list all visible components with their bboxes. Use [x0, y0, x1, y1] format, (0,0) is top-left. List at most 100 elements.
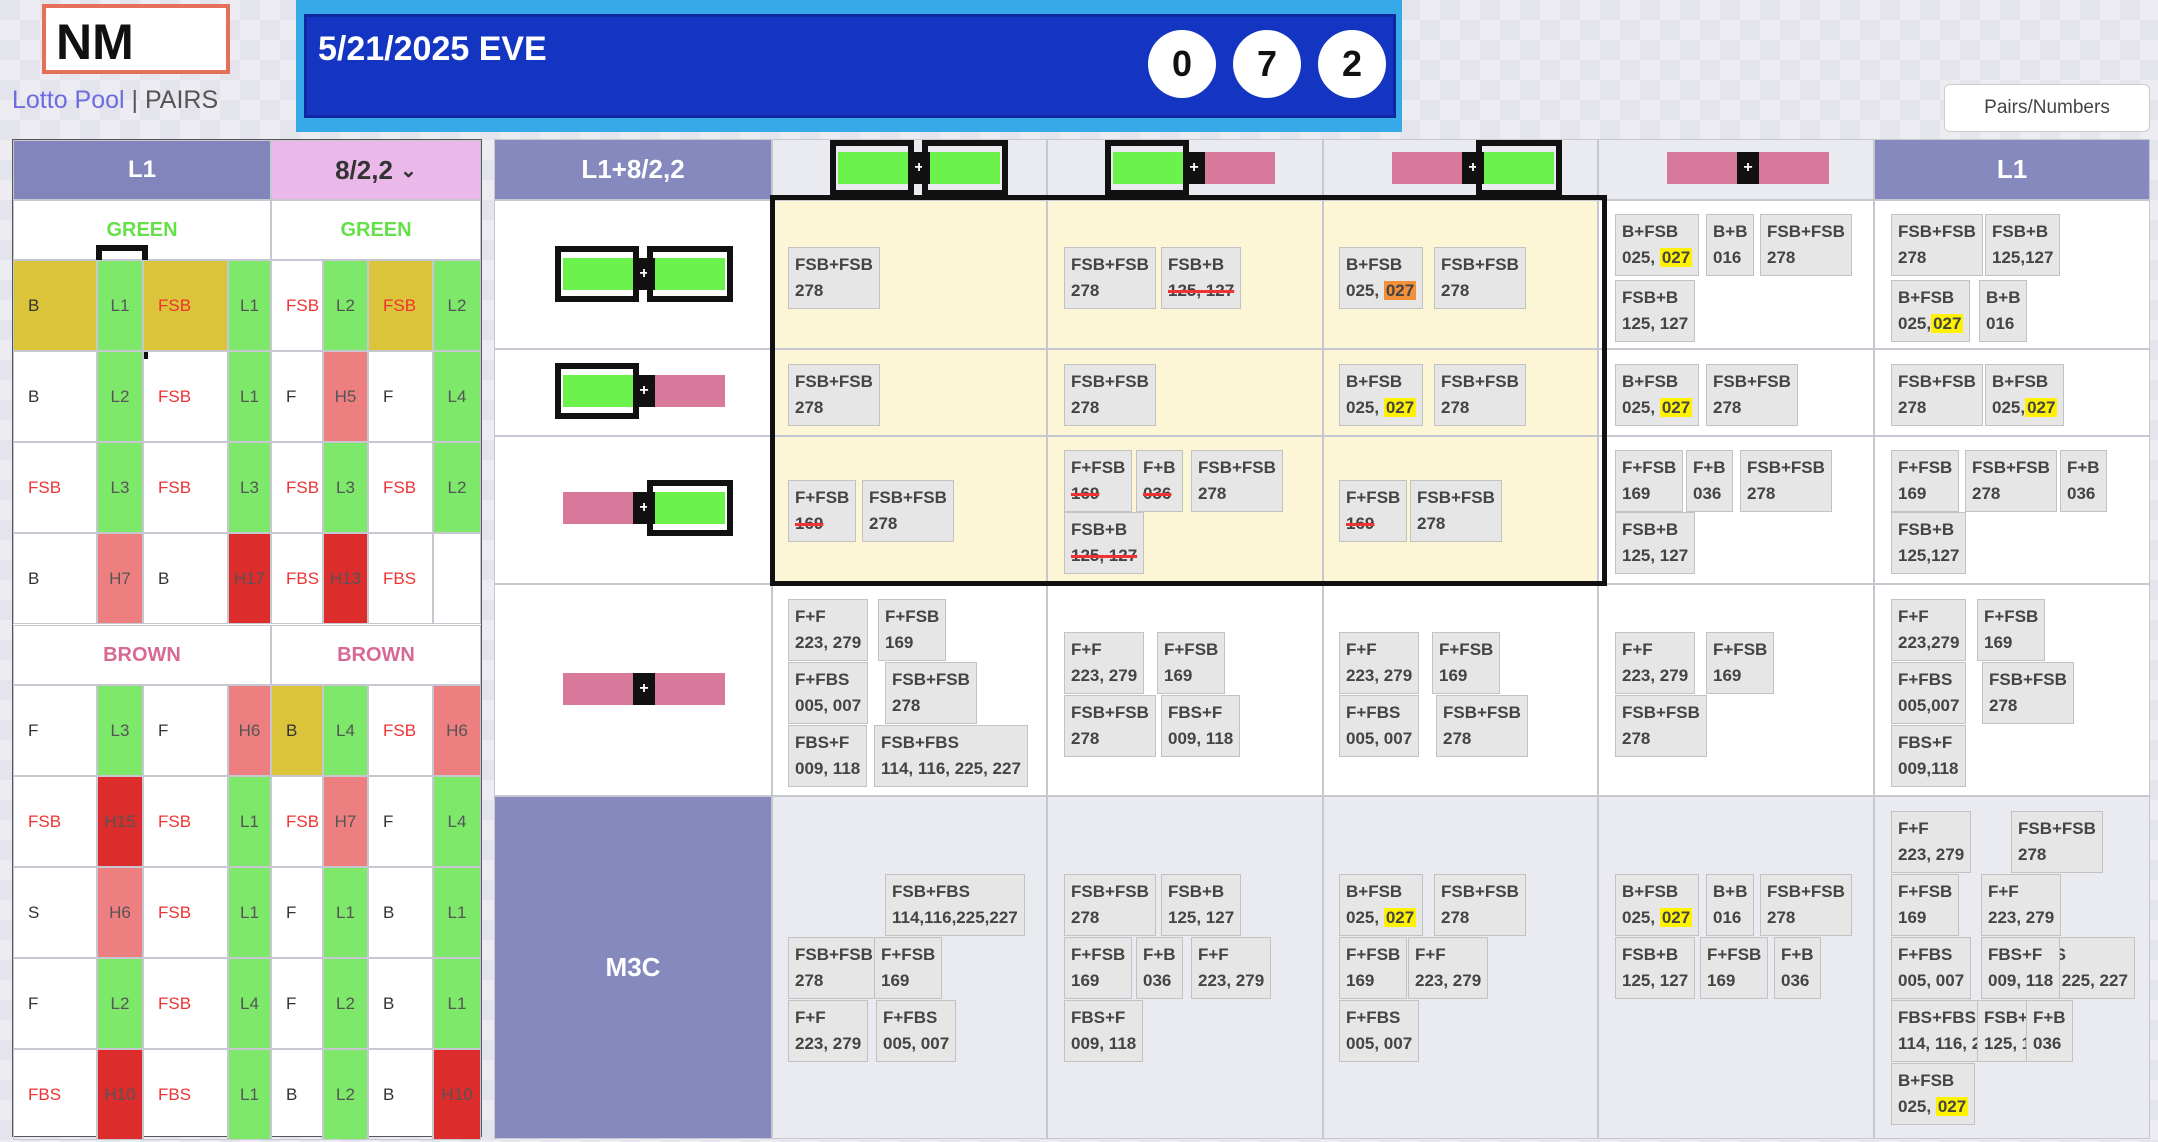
- combo-pill[interactable]: F+F 223,279: [1891, 599, 1967, 661]
- combo-pill[interactable]: FSB+B 125,127: [1891, 512, 1967, 574]
- combo-pill[interactable]: F+F 223, 279: [1339, 632, 1420, 694]
- combo-pill[interactable]: FBS+F 009, 118: [1161, 695, 1241, 757]
- combo-pill[interactable]: FSB+FSB 278: [788, 364, 880, 426]
- combo-pill[interactable]: F+FSB 169: [1339, 480, 1408, 542]
- brand-name[interactable]: Lotto Pool: [12, 86, 125, 114]
- combo-pill[interactable]: B+FSB 025, 027: [1339, 247, 1424, 309]
- combo-pill[interactable]: F+FSB 169: [1157, 632, 1226, 694]
- combo-pill[interactable]: F+FSB 169: [1700, 937, 1769, 999]
- combo-pill[interactable]: B+FSB 025, 027: [1339, 364, 1424, 426]
- combo-pill[interactable]: F+FSB 169: [1064, 937, 1133, 999]
- combo-label: FSB+FSB: [1071, 882, 1149, 901]
- combo-pill[interactable]: F+F 223, 279: [1064, 632, 1145, 694]
- combo-pill[interactable]: FSB+FSB 278: [1064, 874, 1156, 936]
- combo-pill[interactable]: FSB+FSB 278: [1191, 450, 1283, 512]
- combo-pill[interactable]: F+F 223, 279: [1408, 937, 1489, 999]
- combo-pill[interactable]: F+B 036: [1136, 450, 1183, 512]
- l1-header: L1: [13, 140, 271, 200]
- combo-pill[interactable]: B+B 016: [1706, 874, 1755, 936]
- combo-pill[interactable]: FSB+FSB 278: [1891, 364, 1983, 426]
- matrix-header-left: L1+8/2,2: [494, 139, 772, 200]
- combo-pill[interactable]: F+FSB 169: [1891, 450, 1960, 512]
- combo-pill[interactable]: F+FSB 169: [1064, 450, 1133, 512]
- combo-pill[interactable]: F+B 036: [1136, 937, 1183, 999]
- combo-pill[interactable]: FSB+FSB 278: [1760, 874, 1852, 936]
- combo-pill[interactable]: F+F 223, 279: [1191, 937, 1272, 999]
- combo-pill[interactable]: B+FSB 025, 027: [1615, 364, 1700, 426]
- combo-pill[interactable]: FSB+FSB 278: [1615, 695, 1707, 757]
- combo-pill[interactable]: F+B 036: [1774, 937, 1821, 999]
- combo-pill[interactable]: F+F 223, 279: [1981, 874, 2062, 936]
- combo-pill[interactable]: FSB+FSB 278: [1434, 247, 1526, 309]
- combo-pill[interactable]: FSB+FBS 114,116,225,227: [885, 874, 1025, 936]
- combo-pill[interactable]: FSB+FSB 278: [1740, 450, 1832, 512]
- combo-pill[interactable]: FSB+B 125, 127: [1615, 512, 1696, 574]
- pairs-numbers-toggle[interactable]: Pairs/Numbers: [1944, 84, 2150, 132]
- combo-pill[interactable]: F+FSB 169: [1432, 632, 1501, 694]
- combo-pill[interactable]: F+FBS 005, 007: [876, 1000, 957, 1062]
- green-row-r3-c4: L3: [228, 442, 271, 533]
- combo-pill[interactable]: FBS+F 009, 118: [1064, 1000, 1144, 1062]
- combo-pill[interactable]: B+FSB 025, 027: [1339, 874, 1424, 936]
- combo-pill[interactable]: FSB+FSB 278: [1436, 695, 1528, 757]
- combo-pill[interactable]: F+B 036: [1686, 450, 1733, 512]
- combo-label: FBS+F: [1898, 733, 1953, 752]
- combo-pill[interactable]: F+FSB 169: [878, 599, 947, 661]
- combo-pill[interactable]: B+FSB 025, 027: [1615, 214, 1700, 276]
- combo-pill[interactable]: F+FBS 005,007: [1891, 662, 1967, 724]
- combo-pill[interactable]: B+FSB 025, 027: [1985, 364, 2065, 426]
- combo-pill[interactable]: FSB+FSB 278: [885, 662, 977, 724]
- combo-pill[interactable]: FBS+F 009, 118: [788, 725, 868, 787]
- combo-pill[interactable]: F+F 223, 279: [1891, 811, 1972, 873]
- combo-pill[interactable]: FSB+B 125, 127: [1615, 937, 1696, 999]
- combo-pill[interactable]: FSB+FSB 278: [1706, 364, 1798, 426]
- combo-pill[interactable]: B+FSB 025, 027: [1891, 280, 1971, 342]
- combo-pill[interactable]: FSB+FSB 278: [1965, 450, 2057, 512]
- combo-pill[interactable]: F+FBS 005, 007: [1339, 695, 1420, 757]
- combo-pill[interactable]: FSB+FSB 278: [1064, 695, 1156, 757]
- combo-pill[interactable]: B+FSB 025, 027: [1891, 1063, 1976, 1125]
- combo-pill[interactable]: B+FSB 025, 027: [1615, 874, 1700, 936]
- combo-pill[interactable]: FSB+FSB 278: [1064, 247, 1156, 309]
- combo-pill[interactable]: FSB+B 125, 127: [1161, 247, 1242, 309]
- combo-pill[interactable]: F+FSB 169: [1615, 450, 1684, 512]
- combo-pill[interactable]: FSB+FSB 278: [1982, 662, 2074, 724]
- combo-pill[interactable]: F+FBS 005, 007: [1339, 1000, 1420, 1062]
- combo-pill[interactable]: F+FSB 169: [1977, 599, 2046, 661]
- combo-pill[interactable]: FSB+FSB 278: [788, 247, 880, 309]
- combo-pill[interactable]: F+B 036: [2060, 450, 2107, 512]
- brown-row-r5-c8: H10: [433, 1049, 481, 1140]
- combo-pill[interactable]: F+FBS 005, 007: [788, 662, 869, 724]
- combo-label: F+FSB: [1898, 458, 1953, 477]
- combo-pill[interactable]: F+FSB 169: [1891, 874, 1960, 936]
- combo-pill[interactable]: FBS+F 009,118: [1891, 725, 1966, 787]
- combo-pill[interactable]: FSB+FSB 278: [2011, 811, 2103, 873]
- combo-pill[interactable]: FSB+FSB 278: [1434, 364, 1526, 426]
- combo-pill[interactable]: FSB+B 125, 127: [1161, 874, 1242, 936]
- combo-pill[interactable]: FSB+B 125,127: [1985, 214, 2061, 276]
- combo-pill[interactable]: FSB+FSB 278: [862, 480, 954, 542]
- combo-pill[interactable]: F+FSB 169: [1706, 632, 1775, 694]
- brand: Lotto Pool | PAIRS: [12, 86, 218, 115]
- combo-pill[interactable]: F+F 223, 279: [788, 599, 869, 661]
- combo-pill[interactable]: FSB+FSB 278: [1064, 364, 1156, 426]
- combo-pill[interactable]: F+F 223, 279: [788, 1000, 869, 1062]
- combo-pill[interactable]: F+FBS 005, 007: [1891, 937, 1972, 999]
- combo-pill[interactable]: FSB+B 125, 127: [1615, 280, 1696, 342]
- combo-pill[interactable]: FSB+B 125, 127: [1064, 512, 1145, 574]
- combo-pill[interactable]: FSB+FBS 114, 116, 225, 227: [874, 725, 1028, 787]
- combo-pill[interactable]: F+B 036: [2026, 1000, 2073, 1062]
- combo-pill[interactable]: FSB+FSB 278: [788, 937, 880, 999]
- combo-pill[interactable]: FSB+FSB 278: [1760, 214, 1852, 276]
- combo-pill[interactable]: FSB+FSB 278: [1434, 874, 1526, 936]
- combo-pill[interactable]: F+F 223, 279: [1615, 632, 1696, 694]
- combo-pill[interactable]: FSB+FSB 278: [1410, 480, 1502, 542]
- combo-pill[interactable]: B+B 016: [1706, 214, 1755, 276]
- filter-dropdown[interactable]: 8/2,2 ⌄: [271, 140, 481, 200]
- combo-pill[interactable]: FBS+F 009, 118: [1981, 937, 2061, 999]
- combo-pill[interactable]: F+FSB 169: [788, 480, 857, 542]
- combo-pill[interactable]: F+FSB 169: [1339, 937, 1408, 999]
- combo-pill[interactable]: B+B 016: [1979, 280, 2028, 342]
- combo-pill[interactable]: F+FSB 169: [874, 937, 943, 999]
- combo-pill[interactable]: FSB+FSB 278: [1891, 214, 1983, 276]
